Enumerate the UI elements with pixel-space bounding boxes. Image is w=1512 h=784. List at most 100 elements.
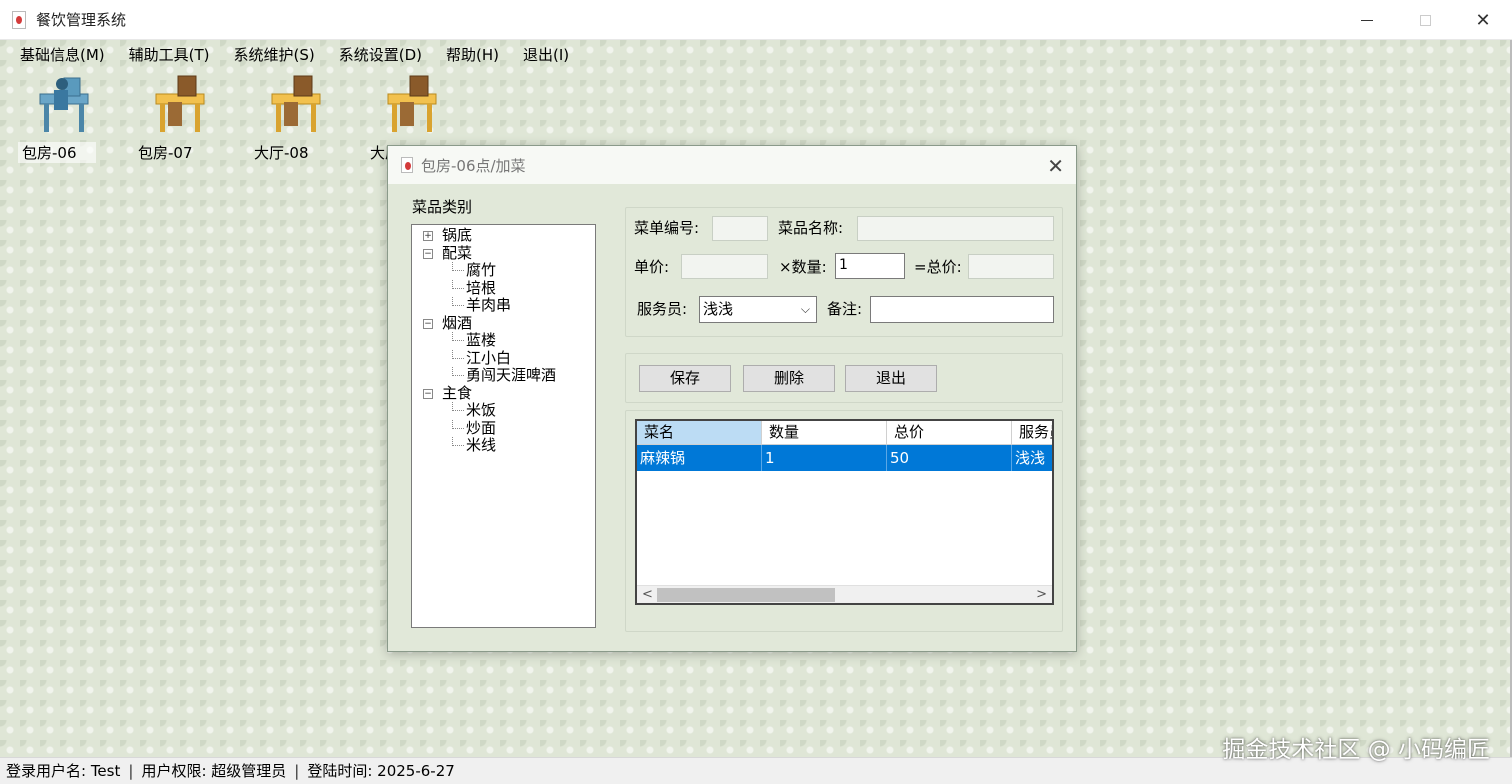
menu-no-field (712, 216, 768, 241)
price-label: 单价: (634, 258, 670, 276)
close-icon: ✕ (1475, 9, 1491, 31)
collapse-icon[interactable]: − (423, 248, 433, 259)
exit-button[interactable]: 退出 (845, 365, 937, 392)
minimize-button[interactable] (1338, 0, 1396, 40)
scroll-thumb[interactable] (657, 588, 835, 602)
tree-node-label: 腐竹 (466, 261, 497, 279)
occupied-table-icon (39, 77, 89, 132)
menu-settings[interactable]: 系统设置(D) (327, 43, 434, 67)
table-tile-07[interactable]: 包房-07 (134, 72, 224, 163)
menu-exit[interactable]: 退出(I) (511, 43, 581, 67)
tree-dish-node[interactable]: 炒面 (412, 418, 595, 438)
waiter-label: 服务员: (637, 300, 688, 318)
tree-node-label: 主食 (442, 383, 473, 402)
tree-node-label: 烟酒 (442, 313, 473, 332)
tree-node-label: 锅底 (442, 226, 473, 244)
tree-dish-node[interactable]: 江小白 (412, 348, 595, 368)
save-button[interactable]: 保存 (639, 365, 731, 392)
maximize-button[interactable] (1396, 0, 1454, 40)
free-table-icon (387, 75, 437, 132)
app-icon (12, 10, 26, 29)
menu-tools[interactable]: 辅助工具(T) (117, 43, 222, 67)
tree-category-node[interactable]: − 烟酒 (412, 313, 595, 333)
horizontal-scrollbar[interactable]: < > (637, 585, 1052, 603)
window-controls: ✕ (1338, 0, 1512, 40)
tree-branch-line (452, 437, 464, 446)
table-label: 包房-07 (138, 144, 193, 162)
price-field (681, 254, 768, 279)
menu-maintenance[interactable]: 系统维护(S) (222, 43, 327, 67)
table-label: 大厅-08 (254, 144, 309, 162)
grid-header: 菜名 数量 总价 服务员 (637, 421, 1052, 445)
tree-dish-node[interactable]: 羊肉串 (412, 297, 595, 315)
tree-dish-node[interactable]: 米饭 (412, 402, 595, 420)
qty-label: ×数量: (779, 258, 827, 276)
category-tree[interactable]: + 锅底 − 配菜 腐竹 培根 羊肉串 − 烟酒 蓝楼 江小白 勇闯天涯啤酒 − 主食 米饭 炒面 米线 (411, 224, 596, 628)
tree-node-label: 江小白 (466, 348, 512, 367)
scroll-right-icon[interactable]: > (1036, 586, 1047, 603)
waiter-select[interactable]: 浅浅 ⌵ (699, 296, 817, 323)
tree-node-label: 炒面 (466, 418, 497, 437)
scroll-left-icon[interactable]: < (642, 586, 653, 603)
cell-dish: 麻辣锅 (637, 445, 762, 471)
status-separator: | (294, 762, 300, 780)
tree-branch-line (452, 279, 464, 289)
table-row[interactable]: 麻辣锅 1 50 浅浅 (637, 445, 1052, 471)
watermark: 掘金技术社区 @ 小码编匠 (1222, 737, 1490, 763)
quantity-input[interactable]: 1 (835, 253, 905, 279)
tree-category-node[interactable]: − 配菜 (412, 243, 595, 263)
column-header-waiter[interactable]: 服务员 (1012, 421, 1052, 445)
window-title: 餐饮管理系统 (36, 11, 127, 29)
dialog-title: 包房-06点/加菜 (421, 156, 526, 175)
expand-icon[interactable]: + (423, 231, 433, 241)
tree-node-label: 米线 (466, 436, 497, 454)
waiter-value: 浅浅 (703, 300, 734, 318)
dish-name-field (857, 216, 1054, 241)
table-tile-08[interactable]: 大厅-08 (250, 72, 340, 163)
delete-button[interactable]: 删除 (743, 365, 835, 392)
tree-category-node[interactable]: − 主食 (412, 383, 595, 403)
column-header-dish[interactable]: 菜名 (637, 421, 762, 445)
tree-node-label: 羊肉串 (466, 296, 512, 314)
tree-dish-node[interactable]: 蓝楼 (412, 332, 595, 350)
tree-branch-line (452, 419, 464, 429)
tree-node-label: 配菜 (442, 243, 473, 262)
minimize-icon (1361, 19, 1373, 21)
menu-help[interactable]: 帮助(H) (434, 43, 511, 67)
tree-branch-line (452, 297, 464, 306)
collapse-icon[interactable]: − (423, 318, 433, 329)
total-field (968, 254, 1054, 279)
column-header-qty[interactable]: 数量 (762, 421, 887, 445)
tree-branch-line (452, 367, 464, 376)
title-bar: 餐饮管理系统 ✕ (0, 0, 1512, 40)
status-separator: | (128, 762, 134, 780)
dialog-close-icon[interactable]: ✕ (1047, 154, 1064, 178)
close-button[interactable]: ✕ (1454, 0, 1512, 40)
tree-dish-node[interactable]: 米线 (412, 437, 595, 455)
tree-branch-line (452, 262, 464, 271)
table-tile-06[interactable]: 包房-06 (18, 72, 108, 163)
free-table-icon (155, 75, 205, 132)
menu-no-label: 菜单编号: (634, 219, 700, 237)
cell-qty: 1 (762, 445, 887, 471)
tree-dish-node[interactable]: 腐竹 (412, 262, 595, 280)
tree-branch-line (452, 349, 464, 359)
remark-input[interactable] (870, 296, 1054, 323)
tree-dish-node[interactable]: 勇闯天涯啤酒 (412, 367, 595, 385)
tree-dish-node[interactable]: 培根 (412, 279, 595, 298)
status-role: 用户权限: 超级管理员 (141, 762, 287, 780)
tree-node-label: 勇闯天涯啤酒 (466, 366, 557, 384)
order-grid[interactable]: 菜名 数量 总价 服务员 麻辣锅 1 50 浅浅 < > (635, 419, 1054, 605)
cell-waiter: 浅浅 (1012, 445, 1052, 471)
collapse-icon[interactable]: − (423, 388, 433, 399)
cell-total: 50 (887, 445, 1012, 471)
tree-category-node[interactable]: + 锅底 (412, 227, 595, 245)
table-label: 包房-06 (18, 142, 96, 163)
status-login-time: 登陆时间: 2025-6-27 (307, 762, 455, 780)
menu-bar: 基础信息(M) 辅助工具(T) 系统维护(S) 系统设置(D) 帮助(H) 退出… (8, 43, 581, 67)
menu-basic-info[interactable]: 基础信息(M) (8, 43, 117, 67)
remark-label: 备注: (827, 300, 863, 318)
free-table-icon (271, 75, 321, 132)
column-header-total[interactable]: 总价 (887, 421, 1012, 445)
order-dialog: 包房-06点/加菜 ✕ 菜品类别 + 锅底 − 配菜 腐竹 培根 羊肉串 − 烟酒 蓝楼 江小白 勇闯… (387, 145, 1077, 652)
